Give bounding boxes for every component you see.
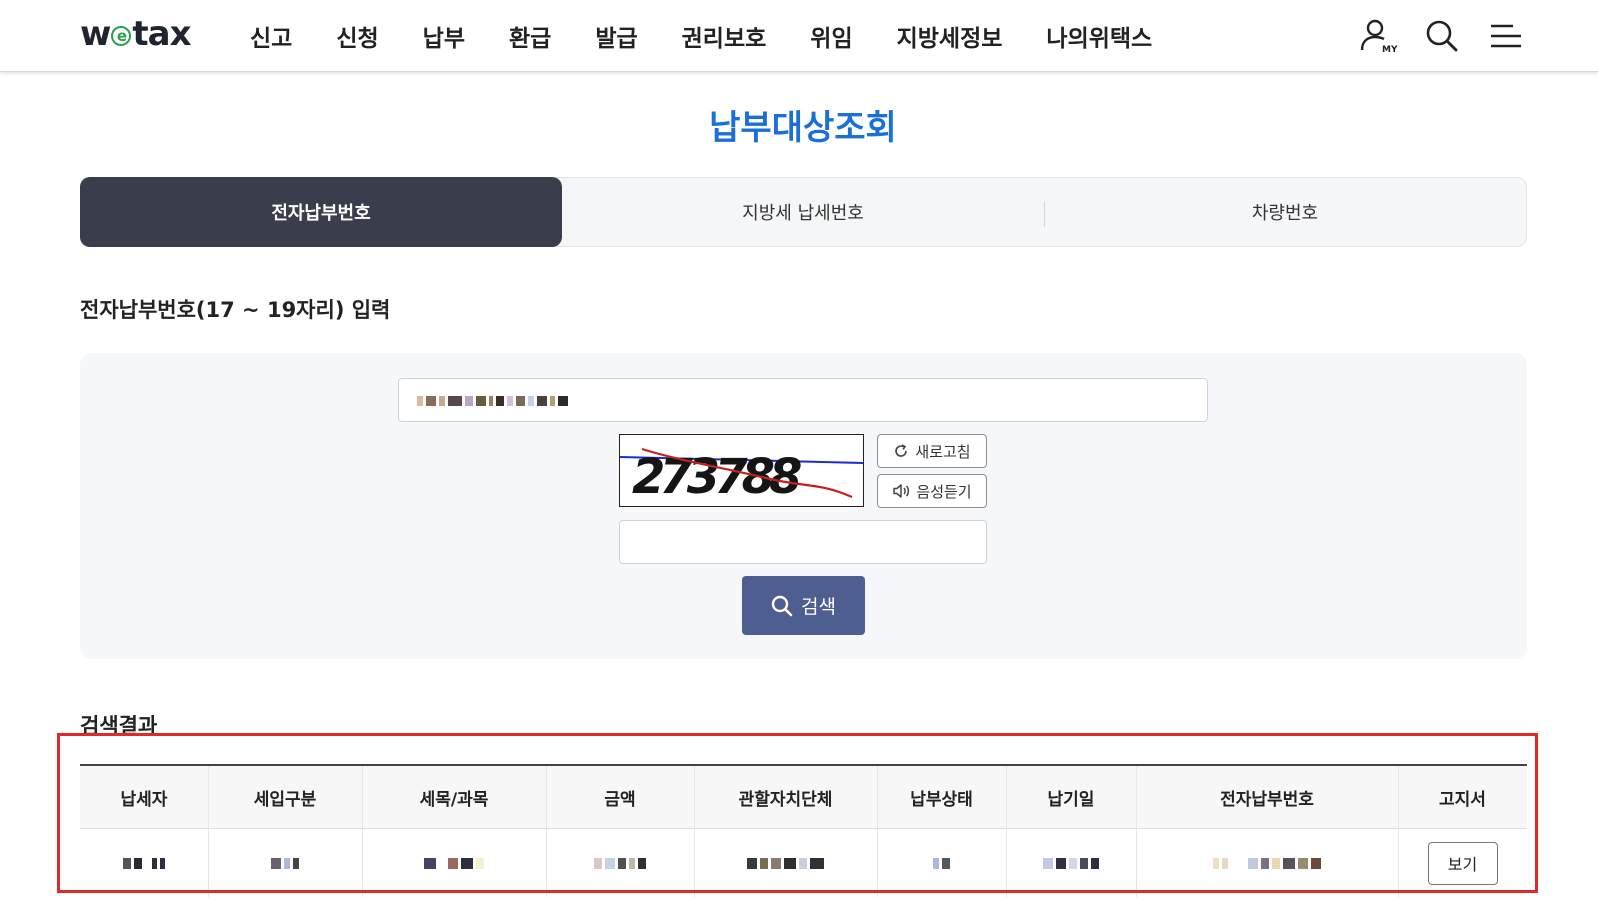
table-row: 보기	[80, 829, 1527, 897]
results-table-header: 납세자 세입구분 세목/과목 금액 관할자치단체 납부상태 납기일 전자납부번호…	[80, 766, 1527, 829]
input-section-label: 전자납부번호(17 ~ 19자리) 입력	[80, 298, 391, 322]
captcha-refresh-label: 새로고침	[915, 442, 971, 461]
cell-electronic-payment-number	[1136, 829, 1398, 897]
results-table: 납세자 세입구분 세목/과목 금액 관할자치단체 납부상태 납기일 전자납부번호…	[80, 764, 1527, 897]
col-taxpayer: 납세자	[120, 789, 168, 810]
cell-tax-item	[362, 829, 546, 897]
col-notice: 고지서	[1398, 766, 1527, 828]
logo-e-mark: e	[111, 26, 132, 46]
col-electronic-payment-number: 전자납부번호	[1136, 766, 1398, 828]
search-button-label: 검색	[801, 596, 836, 618]
cell-payment-status	[877, 829, 1006, 897]
logo-text-post: tax	[132, 14, 191, 54]
cell-amount	[546, 829, 694, 897]
search-button-icon	[771, 595, 793, 616]
nav-rights[interactable]: 권리보호	[660, 19, 789, 53]
nav-report[interactable]: 신고	[228, 19, 314, 53]
captcha-text: 273788	[632, 449, 801, 505]
search-type-tabs: 전자납부번호 지방세 납세번호 차량번호	[80, 177, 1527, 247]
wetax-logo[interactable]: w e tax	[80, 14, 192, 54]
nav-refund[interactable]: 환급	[487, 19, 573, 53]
nav-delegation[interactable]: 위임	[788, 19, 874, 53]
site-header: w e tax 신고 신청 납부 환급 발급 권리보호 위임 지방세정보 나의위택스…	[0, 0, 1598, 72]
menu-icon[interactable]	[1484, 14, 1528, 58]
logo-text-pre: w	[80, 14, 111, 54]
header-icons: MY	[1356, 14, 1528, 58]
page-title: 납부대상조회	[709, 108, 897, 148]
captcha-audio-button[interactable]: 음성듣기	[877, 474, 987, 508]
tab-electronic-payment-number[interactable]: 전자납부번호	[80, 177, 562, 247]
col-tax-item: 세목/과목	[362, 766, 546, 828]
col-due-date: 납기일	[1006, 766, 1136, 828]
nav-issue[interactable]: 발급	[573, 19, 659, 53]
cell-due-date	[1006, 829, 1136, 897]
search-button[interactable]: 검색	[742, 576, 865, 635]
nav-my-wetax[interactable]: 나의위택스	[1024, 19, 1174, 53]
nav-apply[interactable]: 신청	[314, 19, 400, 53]
tab-vehicle-number[interactable]: 차량번호	[1044, 178, 1526, 246]
view-notice-button[interactable]: 보기	[1427, 841, 1498, 885]
search-icon[interactable]	[1420, 14, 1464, 58]
my-label: MY	[1382, 45, 1398, 55]
nav-payment[interactable]: 납부	[401, 19, 487, 53]
speaker-icon	[893, 484, 910, 498]
cell-local-government	[694, 829, 877, 897]
cell-notice: 보기	[1398, 829, 1527, 897]
refresh-icon	[895, 444, 908, 457]
nav-local-tax-info[interactable]: 지방세정보	[875, 19, 1025, 53]
masked-payment-number	[417, 394, 568, 408]
tab-local-tax-number[interactable]: 지방세 납세번호	[562, 178, 1044, 246]
my-page-icon[interactable]: MY	[1356, 14, 1400, 58]
cell-taxpayer	[80, 829, 208, 897]
col-amount: 금액	[546, 766, 694, 828]
captcha-image: 273788	[619, 434, 864, 507]
main-nav: 신고 신청 납부 환급 발급 권리보호 위임 지방세정보 나의위택스	[228, 0, 1174, 72]
payment-number-input[interactable]	[398, 378, 1208, 422]
col-revenue-type: 세입구분	[208, 766, 362, 828]
captcha-audio-label: 음성듣기	[916, 482, 972, 501]
results-label: 검색결과	[80, 714, 158, 738]
captcha-refresh-button[interactable]: 새로고침	[877, 434, 987, 468]
col-payment-status: 납부상태	[877, 766, 1006, 828]
cell-revenue-type	[208, 829, 362, 897]
captcha-answer-input[interactable]	[619, 520, 987, 564]
col-local-government: 관할자치단체	[694, 766, 877, 828]
